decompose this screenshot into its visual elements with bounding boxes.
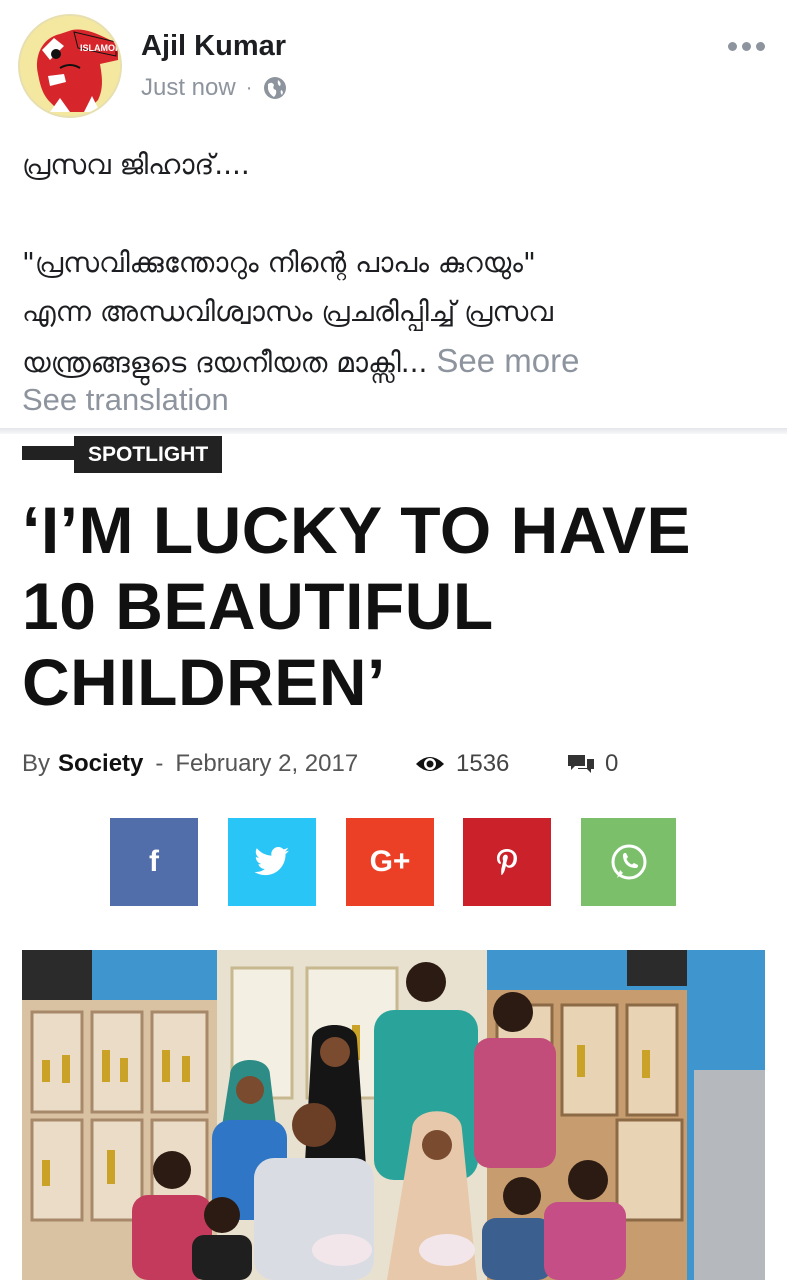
see-more-link[interactable]: See more [436,342,579,379]
article-photo[interactable] [22,950,765,1280]
byline-separator: - [155,750,164,777]
family-photo-image [22,950,765,1280]
googleplus-icon: G+ [369,845,411,878]
article-byline: By Society - February 2, 2017 1536 0 [22,746,767,782]
share-buttons: f G+ [110,818,680,906]
facebook-share-button[interactable]: f [110,818,198,906]
comments-count: 0 [605,750,619,777]
post-text-line: എന്ന അന്ധവിശ്വാസം പ്രചരിപ്പിച്ച് പ്രസവ [22,295,553,328]
globe-icon [264,77,287,99]
eye-icon [416,757,444,771]
post-text-line: പ്രസവ ജിഹാദ്.... [22,148,250,181]
twitter-icon [254,847,289,876]
more-dot [727,41,737,51]
more-options-icon[interactable] [723,34,769,58]
post-text-line: "പ്രസവിക്കുന്തോറും നിന്റെ പാപം കുറയും" [22,246,536,279]
post-text-blank [22,189,767,238]
post-header: ISLAMOPH Ajil Kumar Just now · [0,0,787,130]
post-meta: Just now · [141,74,288,102]
post-text-line-last: യന്ത്രങ്ങളുടെ ദയനീയത മാക്സി... See more [22,336,767,387]
comment-icon [568,755,594,773]
twitter-share-button[interactable] [228,818,316,906]
more-dot [741,41,751,51]
article-date: February 2, 2017 [175,750,359,777]
googleplus-share-button[interactable]: G+ [346,818,434,906]
avatar[interactable]: ISLAMOPH [18,14,122,118]
more-dot [755,41,765,51]
byline-prefix: By [22,750,51,777]
pinterest-share-button[interactable] [463,818,551,906]
see-translation-link[interactable]: See translation [22,382,229,418]
author-name[interactable]: Ajil Kumar [141,30,286,63]
avatar-image: ISLAMOPH [20,16,122,116]
post-text-line: യന്ത്രങ്ങളുടെ ദയനീയത മാക്സി... [22,346,428,379]
views-counter: 1536 [414,750,509,778]
category-bar [22,446,82,460]
comments-counter[interactable]: 0 [567,750,618,778]
avatar-text: ISLAMOPH [80,43,122,53]
shared-article[interactable]: SPOTLIGHT ‘I’M LUCKY TO HAVE 10 BEAUTIFU… [0,434,787,1280]
article-author-link[interactable]: Society [58,750,143,778]
pinterest-icon [497,849,517,875]
facebook-icon: f [149,845,159,878]
article-headline[interactable]: ‘I’M LUCKY TO HAVE 10 BEAUTIFUL CHILDREN… [22,492,767,720]
category-badge[interactable]: SPOTLIGHT [74,436,223,473]
post-text: പ്രസവ ജിഹാദ്.... "പ്രസവിക്കുന്തോറും നിന്… [22,140,767,387]
meta-separator: · [245,76,253,99]
whatsapp-icon [611,844,646,880]
timestamp[interactable]: Just now [141,74,236,102]
views-count: 1536 [456,750,510,777]
whatsapp-share-button[interactable] [581,818,676,906]
